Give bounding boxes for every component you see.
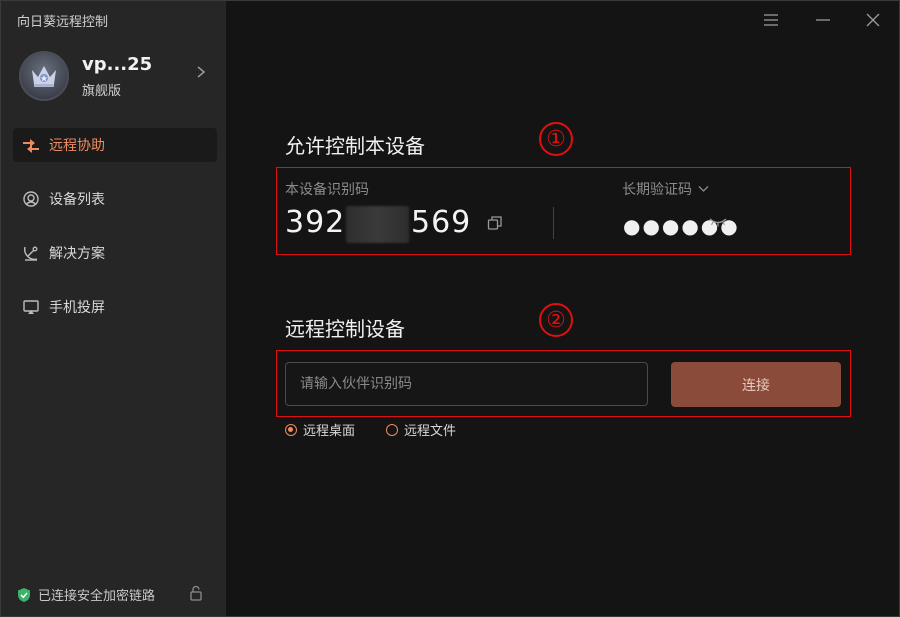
copy-icon[interactable] xyxy=(487,215,503,231)
radio-indicator xyxy=(386,423,398,436)
sidebar-item-solutions[interactable]: 解决方案 xyxy=(13,236,217,270)
radio-remote-desktop[interactable]: 远程桌面 xyxy=(285,420,355,439)
device-id-suffix: 569 xyxy=(411,205,472,240)
divider xyxy=(553,207,554,239)
menu-button[interactable] xyxy=(760,9,782,31)
profile-edition: 旗舰版 xyxy=(82,84,122,99)
radio-label: 远程文件 xyxy=(404,424,457,439)
app-title: 向日葵远程控制 xyxy=(17,15,109,30)
device-id-label: 本设备识别码 xyxy=(285,182,369,198)
screen-cast-icon xyxy=(21,297,41,317)
device-id-prefix: 392 xyxy=(285,205,346,240)
lock-icon[interactable] xyxy=(189,585,203,601)
sidebar-item-remote-assist[interactable]: 远程协助 xyxy=(13,128,217,162)
verification-code-dropdown[interactable]: 长期验证码 xyxy=(622,179,709,199)
device-id-redacted xyxy=(346,206,409,243)
remote-assist-icon xyxy=(21,135,41,155)
sidebar-item-screen-cast[interactable]: 手机投屏 xyxy=(13,290,217,324)
radio-remote-file[interactable]: 远程文件 xyxy=(386,420,456,439)
device-list-icon xyxy=(21,189,41,209)
app-window: 向日葵远程控制 vp...25 旗舰版 远程协助 设备列表 解决方案 手机投屏 … xyxy=(0,0,900,617)
minimize-button[interactable] xyxy=(812,9,834,31)
chevron-right-icon xyxy=(197,66,206,78)
profile-name: vp...25 xyxy=(82,54,153,75)
sidebar-item-label: 解决方案 xyxy=(49,246,105,262)
hamburger-menu-icon xyxy=(764,14,778,26)
profile-card[interactable]: vp...25 旗舰版 xyxy=(13,45,213,101)
shield-check-icon xyxy=(18,587,30,602)
sidebar-item-label: 手机投屏 xyxy=(49,300,105,316)
verification-code-label: 长期验证码 xyxy=(622,182,692,198)
crown-icon xyxy=(32,66,56,87)
remote-control-title: 远程控制设备 xyxy=(285,317,405,341)
annotation-marker-2: ② xyxy=(539,303,573,337)
eye-closed-icon[interactable] xyxy=(709,217,727,227)
connect-button[interactable]: 连接 xyxy=(671,362,841,407)
avatar xyxy=(19,51,69,101)
chevron-down-icon xyxy=(698,186,709,192)
sidebar-item-label: 设备列表 xyxy=(49,192,105,208)
connection-status-text: 已连接安全加密链路 xyxy=(38,589,156,604)
radio-selected-indicator xyxy=(285,423,297,436)
sidebar: 向日葵远程控制 vp...25 旗舰版 远程协助 设备列表 解决方案 手机投屏 … xyxy=(1,1,226,616)
connection-status: 已连接安全加密链路 xyxy=(17,585,202,604)
sidebar-item-label: 远程协助 xyxy=(49,138,105,154)
sidebar-item-device-list[interactable]: 设备列表 xyxy=(13,182,217,216)
annotation-marker-1: ① xyxy=(539,122,573,156)
close-button[interactable] xyxy=(862,9,884,31)
minimize-icon xyxy=(816,19,830,21)
partner-id-input[interactable] xyxy=(285,362,648,406)
radio-label: 远程桌面 xyxy=(303,424,356,439)
allow-control-title: 允许控制本设备 xyxy=(285,134,425,158)
close-icon xyxy=(866,13,880,27)
solution-icon xyxy=(21,243,41,263)
